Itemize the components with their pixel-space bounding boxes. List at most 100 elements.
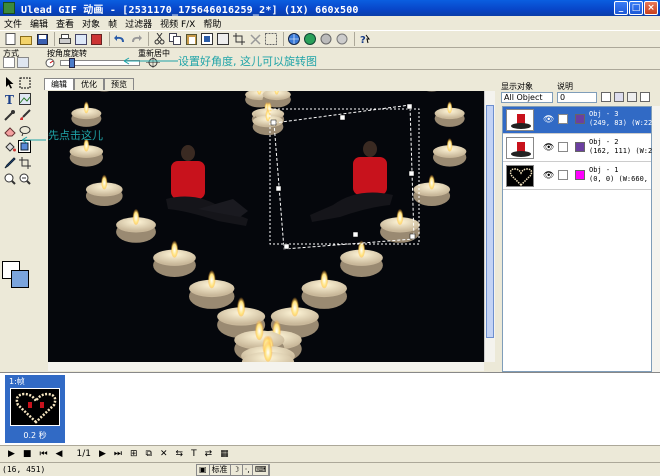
duplicate-object-icon[interactable] [614,92,624,102]
frame-properties-icon[interactable]: ▦ [220,449,229,459]
delete-object-icon[interactable] [627,92,637,102]
text-tool-icon[interactable]: T [3,92,16,105]
effects-icon[interactable] [335,32,349,46]
visibility-eye-icon[interactable]: 👁 [543,143,554,153]
ime-moon-icon[interactable]: ☽ [231,465,243,475]
play-icon[interactable]: ▶ [8,449,15,459]
add-frame-icon[interactable]: ⊞ [130,449,138,459]
tween-icon[interactable]: ⇆ [176,449,184,459]
visibility-eye-icon[interactable]: 👁 [543,115,554,125]
first-frame-icon[interactable]: ⏮ [39,449,47,459]
window-controls: _ □ × [614,1,658,15]
visibility-eye-icon[interactable]: 👁 [543,171,554,181]
object-color-swatch[interactable] [575,170,585,180]
object-position: (249, 83) (W:224, H [589,119,660,127]
object-color-swatch[interactable] [575,114,585,124]
object-properties-icon[interactable] [640,92,650,102]
paste-object-icon[interactable] [200,32,214,46]
method-select-icon[interactable] [3,57,15,68]
eyedropper-tool-icon[interactable] [3,108,16,121]
frame-copy-icon[interactable] [216,32,230,46]
object-color-swatch[interactable] [575,142,585,152]
object-row-1[interactable]: 👁 Obj - 1 (0, 0) (W:660, H:5 [503,163,660,190]
maximize-button[interactable]: □ [629,1,643,15]
stop-icon[interactable]: ■ [23,449,32,459]
app-icon[interactable] [3,2,15,14]
undo-icon[interactable] [113,32,127,46]
description-select[interactable]: 0 [557,92,597,103]
reverse-icon[interactable]: ⇄ [205,449,213,459]
fill-tool-icon[interactable] [3,140,16,153]
close-button[interactable]: × [644,1,658,15]
new-object-icon[interactable] [601,92,611,102]
pen-tool-icon[interactable] [3,156,16,169]
frame-1[interactable]: 1:帧 0.2 秒 [5,375,65,443]
ime-punct-icon[interactable]: ·, [243,465,253,475]
canvas-vertical-scrollbar[interactable] [484,91,495,362]
prev-frame-icon[interactable]: ◀ [56,449,63,459]
crop-tool-icon[interactable] [18,156,31,169]
save-icon[interactable] [35,32,49,46]
marquee-tool-icon[interactable] [18,76,31,89]
globe-icon[interactable] [303,32,317,46]
new-file-icon[interactable] [3,32,17,46]
cut-icon[interactable] [152,32,166,46]
zoom-tool-icon[interactable] [3,172,16,185]
menu-edit[interactable]: 编辑 [26,17,52,30]
menu-filter[interactable]: 过滤器 [121,17,156,30]
open-folder-icon[interactable] [19,32,33,46]
tab-edit[interactable]: 编辑 [44,78,74,90]
preview-icon[interactable] [74,32,88,46]
eraser-tool-icon[interactable] [3,124,16,137]
lock-checkbox[interactable] [558,114,568,124]
candle-flame [263,338,273,362]
print-icon[interactable] [58,32,72,46]
rotate-knob-icon[interactable] [44,58,56,68]
object-position: (0, 0) (W:660, H:5 [589,175,660,183]
lock-checkbox[interactable] [558,142,568,152]
animate-icon[interactable] [319,32,333,46]
help-icon[interactable]: ? [358,32,372,46]
next-frame-icon[interactable]: ▶ [99,449,106,459]
method-rotate-icon[interactable] [17,57,29,68]
scroll-thumb[interactable] [486,105,494,338]
background-color-swatch[interactable] [11,270,29,288]
tab-preview[interactable]: 预览 [104,78,134,90]
text-frame-icon[interactable]: T [191,449,197,459]
pointer-tool-icon[interactable] [3,76,16,89]
hand-tool-icon[interactable] [18,172,31,185]
copy-icon[interactable] [168,32,182,46]
crop-icon[interactable] [232,32,246,46]
object-list-scrollbar[interactable] [652,106,660,372]
ime-logo-icon[interactable]: ▣ [197,465,210,475]
menu-object[interactable]: 对象 [78,17,104,30]
menu-frame[interactable]: 帧 [104,17,121,30]
lock-checkbox[interactable] [558,170,568,180]
delete-icon[interactable] [248,32,262,46]
menu-help[interactable]: 帮助 [199,17,225,30]
web-icon[interactable] [287,32,301,46]
tab-optimize[interactable]: 优化 [74,78,104,90]
last-frame-icon[interactable]: ⏭ [114,449,122,459]
object-row-3[interactable]: 👁 Obj - 3 (249, 83) (W:224, H [503,107,660,134]
select-all-icon[interactable] [264,32,278,46]
slider-thumb[interactable] [69,58,75,68]
image-tool-icon[interactable] [18,92,31,105]
minimize-button[interactable]: _ [614,1,628,15]
ime-keyboard-icon[interactable]: ⌨ [253,465,270,475]
image-canvas[interactable] [48,91,484,362]
duplicate-frame-icon[interactable]: ⧉ [146,449,152,459]
ime-mode[interactable]: 标准 [210,465,231,475]
delete-frame-icon[interactable]: ✕ [160,449,168,459]
display-objects-select[interactable]: All Object [501,92,553,103]
export-icon[interactable] [90,32,104,46]
redo-icon[interactable] [129,32,143,46]
object-row-2[interactable]: 👁 Obj - 2 (162, 111) (W:205, H [503,135,660,162]
brush-tool-icon[interactable] [18,108,31,121]
candle-flame [446,99,453,114]
menu-file[interactable]: 文件 [0,17,26,30]
canvas-horizontal-scrollbar[interactable] [48,362,484,371]
menu-video-fx[interactable]: 视频 F/X [156,17,199,30]
paste-icon[interactable] [184,32,198,46]
menu-view[interactable]: 查看 [52,17,78,30]
